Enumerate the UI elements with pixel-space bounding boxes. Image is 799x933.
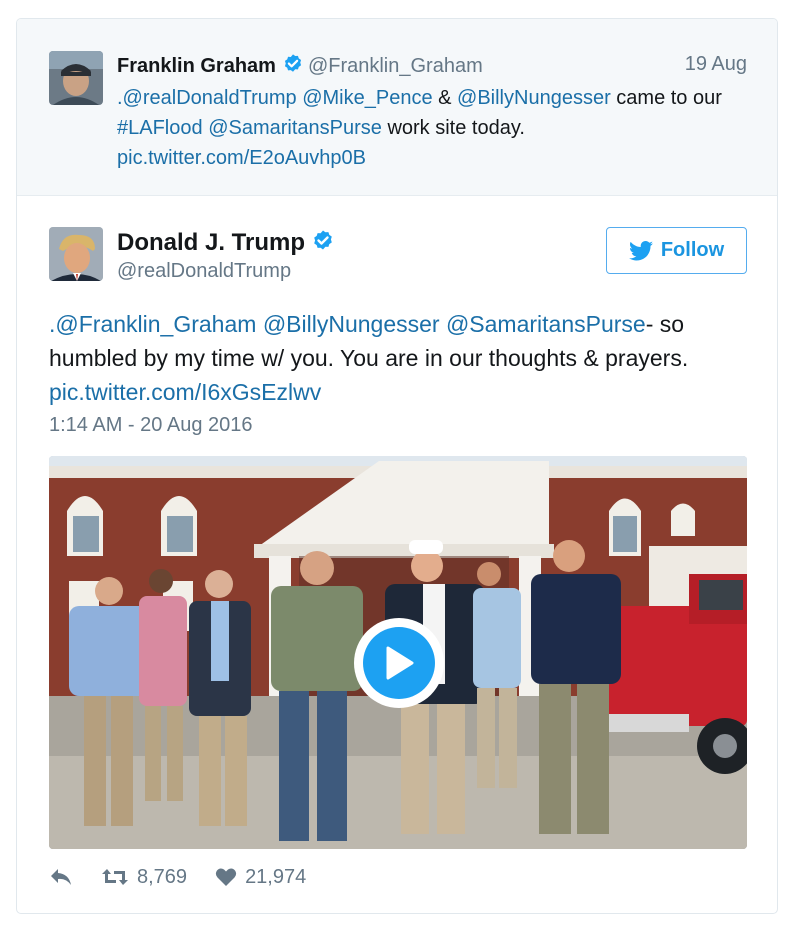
tweet-timestamp[interactable]: 1:14 AM - 20 Aug 2016 xyxy=(49,414,253,437)
text-segment: work site today. xyxy=(381,117,525,139)
author-handle[interactable]: @realDonaldTrump xyxy=(117,260,291,283)
quoted-tweet-text-parts: .@realDonaldTrump @Mike_Pence & @BillyNu… xyxy=(117,87,722,139)
like-count: 21,974 xyxy=(245,865,307,888)
pic-link[interactable]: pic.twitter.com/I6xGsEzlwv xyxy=(49,379,321,405)
mention-link[interactable]: .@Franklin_Graham xyxy=(49,311,256,337)
mention-link[interactable]: @Mike_Pence xyxy=(302,87,432,109)
mention-link[interactable]: .@realDonaldTrump xyxy=(117,87,297,109)
avatar[interactable] xyxy=(49,227,103,281)
tweet-date[interactable]: 19 Aug xyxy=(685,53,747,76)
play-icon xyxy=(363,627,435,699)
avatar[interactable] xyxy=(49,51,103,105)
author-name[interactable]: Franklin Graham xyxy=(117,55,276,77)
retweet-button[interactable]: 8,769 xyxy=(101,866,187,889)
verified-badge-icon xyxy=(314,230,332,250)
quoted-tweet[interactable]: Franklin Graham @Franklin_Graham 19 Aug .… xyxy=(17,19,777,196)
mention-link[interactable]: @BillyNungesser xyxy=(263,311,440,337)
heart-icon xyxy=(215,868,237,886)
retweet-count: 8,769 xyxy=(137,865,188,888)
twitter-bird-icon xyxy=(628,240,653,260)
retweet-icon xyxy=(102,869,128,885)
quoted-tweet-text: .@realDonaldTrump @Mike_Pence & @BillyNu… xyxy=(117,83,747,173)
verified-badge-icon xyxy=(284,54,302,72)
reply-button[interactable] xyxy=(49,867,73,887)
mention-link[interactable]: #LAFlood xyxy=(117,117,203,139)
follow-button-label: Follow xyxy=(660,239,725,261)
embedded-tweet-card: Franklin Graham @Franklin_Graham 19 Aug .… xyxy=(16,18,778,914)
author-name[interactable]: Donald J. Trump xyxy=(117,229,305,256)
mention-link[interactable]: @SamaritansPurse xyxy=(446,311,646,337)
tweet-text: .@Franklin_Graham @BillyNungesser @Samar… xyxy=(49,307,749,409)
like-button[interactable]: 21,974 xyxy=(215,866,306,889)
play-button[interactable] xyxy=(354,618,444,708)
tweet-text-parts: .@Franklin_Graham @BillyNungesser @Samar… xyxy=(49,311,688,371)
text-segment: came to our xyxy=(610,87,722,109)
tweet-actions: 8,769 21,974 xyxy=(49,862,306,892)
pic-link[interactable]: pic.twitter.com/E2oAuvhp0B xyxy=(117,147,366,169)
text-segment: & xyxy=(432,87,458,109)
follow-button[interactable]: Follow xyxy=(606,227,747,274)
author-name-row: Donald J. Trump xyxy=(117,229,335,257)
mention-link[interactable]: @SamaritansPurse xyxy=(208,117,382,139)
reply-icon xyxy=(51,869,71,885)
mention-link[interactable]: @BillyNungesser xyxy=(457,87,611,109)
video-thumbnail[interactable] xyxy=(49,456,747,849)
author-handle[interactable]: @Franklin_Graham xyxy=(308,55,483,77)
quoted-tweet-header: Franklin Graham @Franklin_Graham 19 Aug xyxy=(117,53,747,81)
